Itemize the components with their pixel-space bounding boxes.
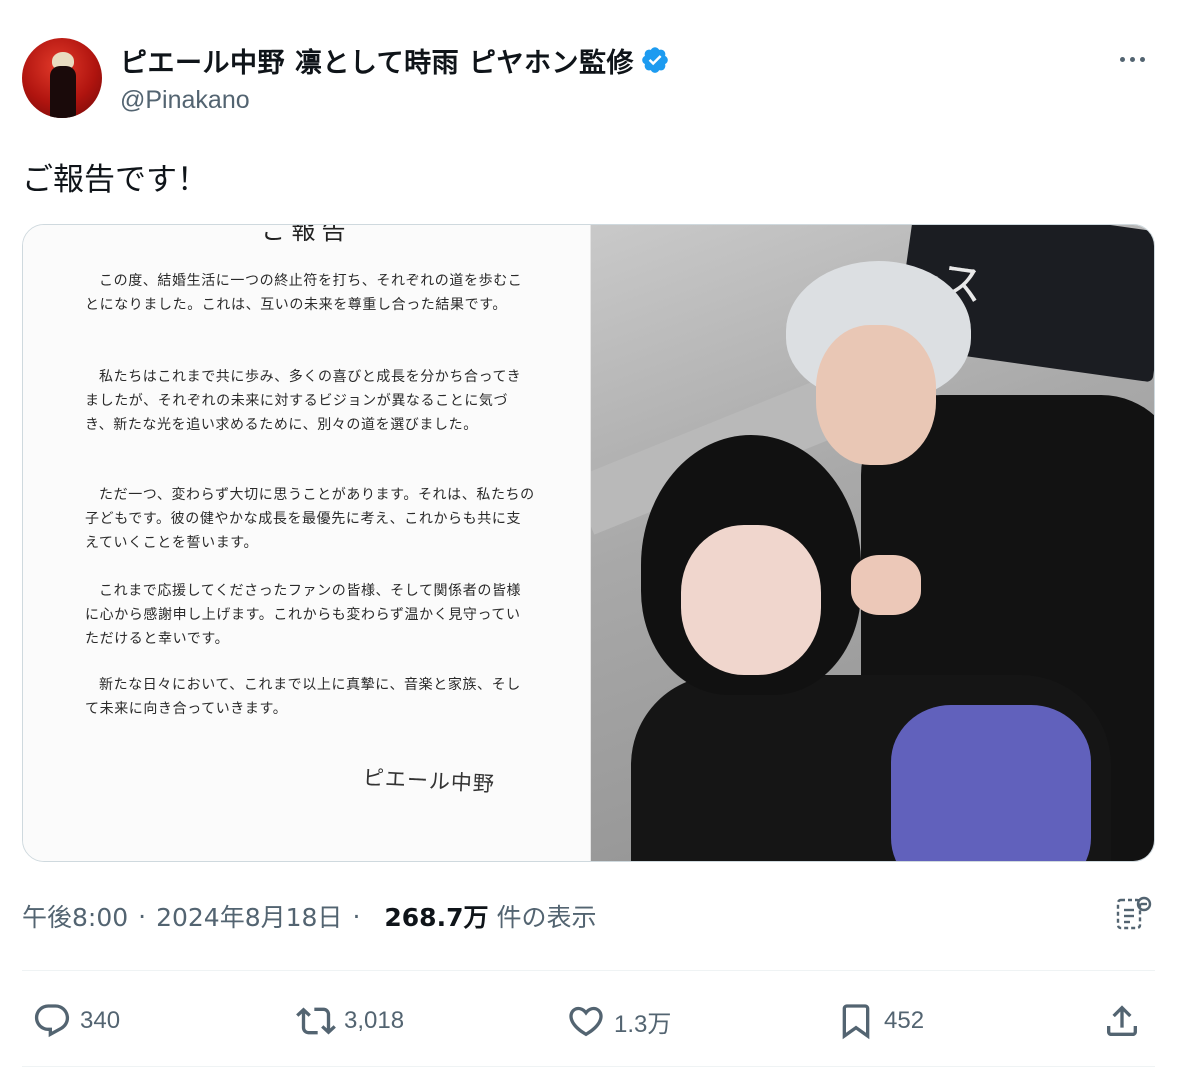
repost-button[interactable]: 3,018 (296, 996, 404, 1046)
document-paragraph: この度、結婚生活に一つの終止符を打ち、それぞれの道を歩むことになりました。これは… (85, 273, 523, 313)
like-count: 1.3万 (614, 1010, 672, 1038)
reply-button[interactable]: 340 (32, 996, 120, 1046)
tweet-media[interactable]: ご報告 この度、結婚生活に一つの終止符を打ち、それぞれの道を歩むことになりました… (22, 224, 1155, 862)
more-icon[interactable] (1114, 44, 1150, 74)
selfie-photo[interactable]: ース (591, 225, 1154, 861)
divider (22, 1066, 1155, 1067)
action-bar: 340 3,018 1.3万 452 (22, 996, 1155, 1046)
verified-icon[interactable] (640, 45, 670, 75)
signature: ピエール中野 (362, 765, 496, 797)
document-paragraph: 私たちはこれまで共に歩み、多くの喜びと成長を分かち合ってきましたが、それぞれの未… (85, 369, 522, 433)
share-icon (1107, 1005, 1137, 1036)
document-paragraph: ただ一つ、変わらず大切に思うことがあります。それは、私たちの子どもです。彼の健や… (85, 487, 535, 551)
meta-separator: · (352, 901, 361, 931)
tweet-date[interactable]: 2024年8月18日 (156, 898, 342, 934)
like-button[interactable]: 1.3万 (566, 996, 671, 1046)
document-paragraph: 新たな日々において、これまで以上に真摯に、音楽と家族、そして未来に向き合っていき… (85, 677, 521, 717)
tweet-time[interactable]: 午後8:00 (22, 898, 128, 934)
tweet: ピエール中野 凛として時雨 ピヤホン監修 @Pinakano ご報告です！ ご報… (0, 0, 1184, 1073)
document-title: ご報告 (261, 224, 352, 245)
document-paragraph: これまで応援してくださったファンの皆様、そして関係者の皆様に心から感謝申し上げま… (85, 583, 522, 647)
bookmark-button[interactable]: 452 (836, 996, 924, 1046)
photo-person-face (681, 525, 821, 675)
shirt-print (891, 705, 1091, 861)
name-row: ピエール中野 凛として時雨 ピヤホン監修 (120, 40, 670, 80)
reply-icon (34, 1004, 70, 1038)
repost-icon (296, 1007, 336, 1035)
bookmark-icon (842, 1004, 870, 1040)
reply-count: 340 (80, 1007, 121, 1034)
like-icon (569, 1006, 603, 1037)
display-name[interactable]: ピエール中野 凛として時雨 ピヤホン監修 (120, 41, 634, 80)
analytics-icon[interactable] (1114, 894, 1154, 934)
handle[interactable]: @Pinakano (120, 86, 250, 115)
view-label: 件の表示 (496, 903, 597, 932)
announcement-document[interactable]: ご報告 この度、結婚生活に一つの終止符を打ち、それぞれの道を歩むことになりました… (23, 225, 591, 861)
photo-person-face (816, 325, 936, 465)
view-count: 268.7万 (384, 903, 489, 932)
avatar-figure (50, 66, 76, 118)
peace-sign-hand (851, 555, 921, 615)
share-button[interactable] (1102, 996, 1150, 1046)
tweet-text: ご報告です！ (22, 162, 208, 198)
bookmark-count: 452 (884, 1007, 925, 1034)
divider (22, 970, 1155, 971)
avatar[interactable] (22, 38, 102, 118)
repost-count: 3,018 (344, 1007, 405, 1034)
tweet-meta: 午後8:00 · 2024年8月18日 · 268.7万 件の表示 (22, 898, 596, 934)
meta-separator: · (138, 901, 147, 931)
